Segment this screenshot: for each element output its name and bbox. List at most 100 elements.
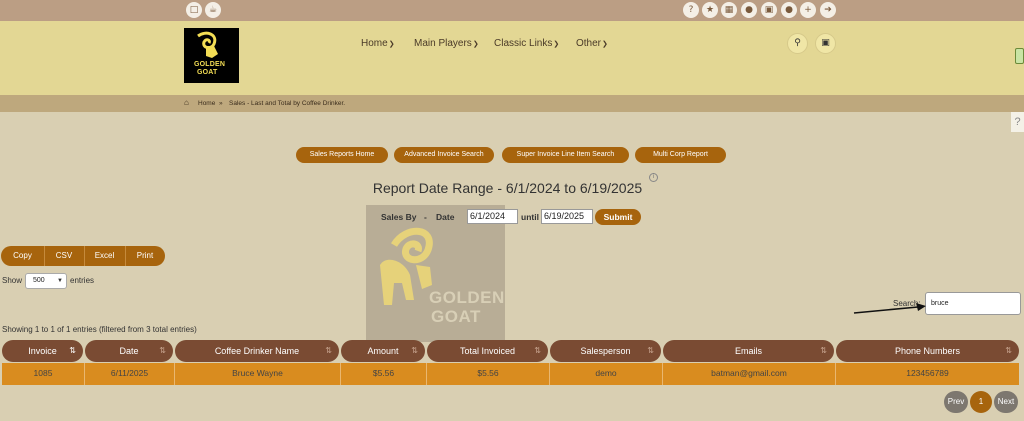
column-header-name-label: Coffee Drinker Name xyxy=(214,346,300,356)
column-header-invoice[interactable]: Invoice ⇅ xyxy=(2,340,83,362)
filter-dash: - xyxy=(424,212,427,222)
entries-select[interactable]: 500 ▼ xyxy=(25,273,67,289)
column-header-amount-label: Amount xyxy=(367,346,399,356)
help-tab[interactable]: ? xyxy=(1011,112,1024,132)
start-date-input[interactable]: 6/1/2024 xyxy=(467,209,518,224)
cell-salesperson: demo xyxy=(595,368,617,378)
date-label: Date xyxy=(436,212,455,222)
super-invoice-line-item-search-button[interactable]: Super Invoice Line Item Search xyxy=(502,147,629,163)
sort-icon: ⇅ xyxy=(411,346,418,355)
csv-button[interactable]: CSV xyxy=(44,246,84,266)
cell-date: 6/11/2025 xyxy=(110,368,149,378)
chevron-down-icon: ❯ xyxy=(388,41,395,48)
chevron-down-icon: ❯ xyxy=(602,41,608,48)
show-label: Show xyxy=(2,276,23,285)
copy-button[interactable]: Copy xyxy=(1,246,44,266)
entries-select-value: 500 xyxy=(33,277,45,284)
user-icon[interactable]: ● xyxy=(781,2,797,18)
sort-icon: ⇅ xyxy=(159,346,166,355)
sort-ascending-icon: ⇅ xyxy=(69,346,76,355)
sort-icon: ⇅ xyxy=(325,346,332,355)
help-icon[interactable]: ? xyxy=(683,2,699,18)
page-title: Report Date Range - 6/1/2024 to 6/19/202… xyxy=(372,180,643,196)
star-icon[interactable]: ★ xyxy=(702,2,718,18)
nav-classic-links[interactable]: Classic Links❯ xyxy=(494,38,559,49)
logo-text-line1: GOLDEN xyxy=(194,61,226,68)
home-icon[interactable]: ⌂ xyxy=(184,98,189,107)
breadcrumb-home[interactable]: Home xyxy=(198,100,215,107)
search-input[interactable]: bruce xyxy=(925,292,1021,315)
column-header-salesperson-label: Salesperson xyxy=(580,346,631,356)
breadcrumb-current: Sales - Last and Total by Coffee Drinker… xyxy=(229,100,346,107)
export-button-group: Copy CSV Excel Print xyxy=(1,246,165,266)
chat-icon[interactable]: □ xyxy=(186,2,202,18)
column-header-phone-numbers[interactable]: Phone Numbers ⇅ xyxy=(836,340,1019,362)
column-header-phone-numbers-label: Phone Numbers xyxy=(894,346,961,356)
end-date-input[interactable]: 6/19/2025 xyxy=(541,209,593,224)
column-header-emails[interactable]: Emails ⇅ xyxy=(663,340,834,362)
sort-icon: ⇅ xyxy=(1005,346,1012,355)
sales-reports-home-button[interactable]: Sales Reports Home xyxy=(296,147,388,163)
cell-amount: $5.56 xyxy=(372,368,395,378)
sort-icon: ⇅ xyxy=(820,346,827,355)
column-header-amount[interactable]: Amount ⇅ xyxy=(341,340,425,362)
cart-button[interactable]: ▣ xyxy=(815,33,836,54)
golden-goat-logo[interactable]: GOLDEN GOAT xyxy=(184,28,239,83)
breadcrumb xyxy=(0,95,1024,112)
logo-text-line2: GOAT xyxy=(197,69,218,76)
top-bar: □ ☕ ? ★ ▦ ● ▣ ● + ➔ xyxy=(0,0,1024,21)
cell-invoice[interactable]: 1085 xyxy=(2,363,84,385)
chevron-down-icon: ❯ xyxy=(472,41,479,48)
nav-home-label: Home xyxy=(361,38,388,49)
excel-button[interactable]: Excel xyxy=(84,246,125,266)
search-button[interactable]: ⚲ xyxy=(787,33,808,54)
nav-main-players-label: Main Players xyxy=(414,38,472,49)
info-icon[interactable]: i xyxy=(649,173,658,182)
column-header-emails-label: Emails xyxy=(734,346,762,356)
until-label: until xyxy=(521,212,539,222)
advanced-invoice-search-button[interactable]: Advanced Invoice Search xyxy=(394,147,494,163)
chevron-down-icon: ▼ xyxy=(57,278,63,284)
column-header-name[interactable]: Coffee Drinker Name ⇅ xyxy=(175,340,339,362)
group-icon[interactable]: ● xyxy=(741,2,757,18)
side-tab[interactable] xyxy=(1015,48,1024,64)
nav-home[interactable]: Home❯ xyxy=(361,38,395,49)
nav-other[interactable]: Other❯ xyxy=(576,38,608,49)
calendar-icon[interactable]: ▣ xyxy=(761,2,777,18)
header xyxy=(0,21,1024,95)
cell-total-invoiced: $5.56 xyxy=(477,368,499,378)
print-button[interactable]: Print xyxy=(125,246,165,266)
submit-button[interactable]: Submit xyxy=(595,209,641,225)
column-header-salesperson[interactable]: Salesperson ⇅ xyxy=(550,340,661,362)
column-header-total-invoiced[interactable]: Total Invoiced ⇅ xyxy=(427,340,548,362)
sales-by-label: Sales By xyxy=(381,212,417,222)
entries-label: entries xyxy=(70,276,95,285)
multi-corp-report-button[interactable]: Multi Corp Report xyxy=(635,147,726,163)
prev-button[interactable]: Prev xyxy=(944,391,968,413)
coffee-cup-icon[interactable]: ☕ xyxy=(205,2,221,18)
cell-name[interactable]: Bruce Wayne xyxy=(175,363,340,385)
cell-email[interactable]: batman@gmail.com xyxy=(663,363,835,385)
page-1-button[interactable]: 1 xyxy=(970,391,992,413)
sort-icon: ⇅ xyxy=(647,346,654,355)
column-header-date-label: Date xyxy=(119,346,139,356)
cell-phone: 123456789 xyxy=(906,368,949,378)
chevron-down-icon: ❯ xyxy=(553,41,560,48)
add-user-icon[interactable]: + xyxy=(800,2,816,18)
column-header-total-invoiced-label: Total Invoiced xyxy=(459,346,516,356)
building-icon[interactable]: ▦ xyxy=(721,2,737,18)
arrow-annotation-icon xyxy=(853,303,926,314)
column-header-invoice-label: Invoice xyxy=(28,346,57,356)
logout-icon[interactable]: ➔ xyxy=(820,2,836,18)
breadcrumb-separator: » xyxy=(219,100,223,107)
nav-classic-links-label: Classic Links xyxy=(494,38,553,49)
column-header-date[interactable]: Date ⇅ xyxy=(85,340,173,362)
watermark-text-line2: GOAT xyxy=(431,307,481,326)
table-info: Showing 1 to 1 of 1 entries (filtered fr… xyxy=(2,325,197,334)
sort-icon: ⇅ xyxy=(534,346,541,355)
cart-icon: ▣ xyxy=(821,38,830,48)
nav-other-label: Other xyxy=(576,38,602,49)
nav-main-players[interactable]: Main Players❯ xyxy=(414,38,479,49)
next-button[interactable]: Next xyxy=(994,391,1018,413)
search-icon: ⚲ xyxy=(794,38,801,48)
